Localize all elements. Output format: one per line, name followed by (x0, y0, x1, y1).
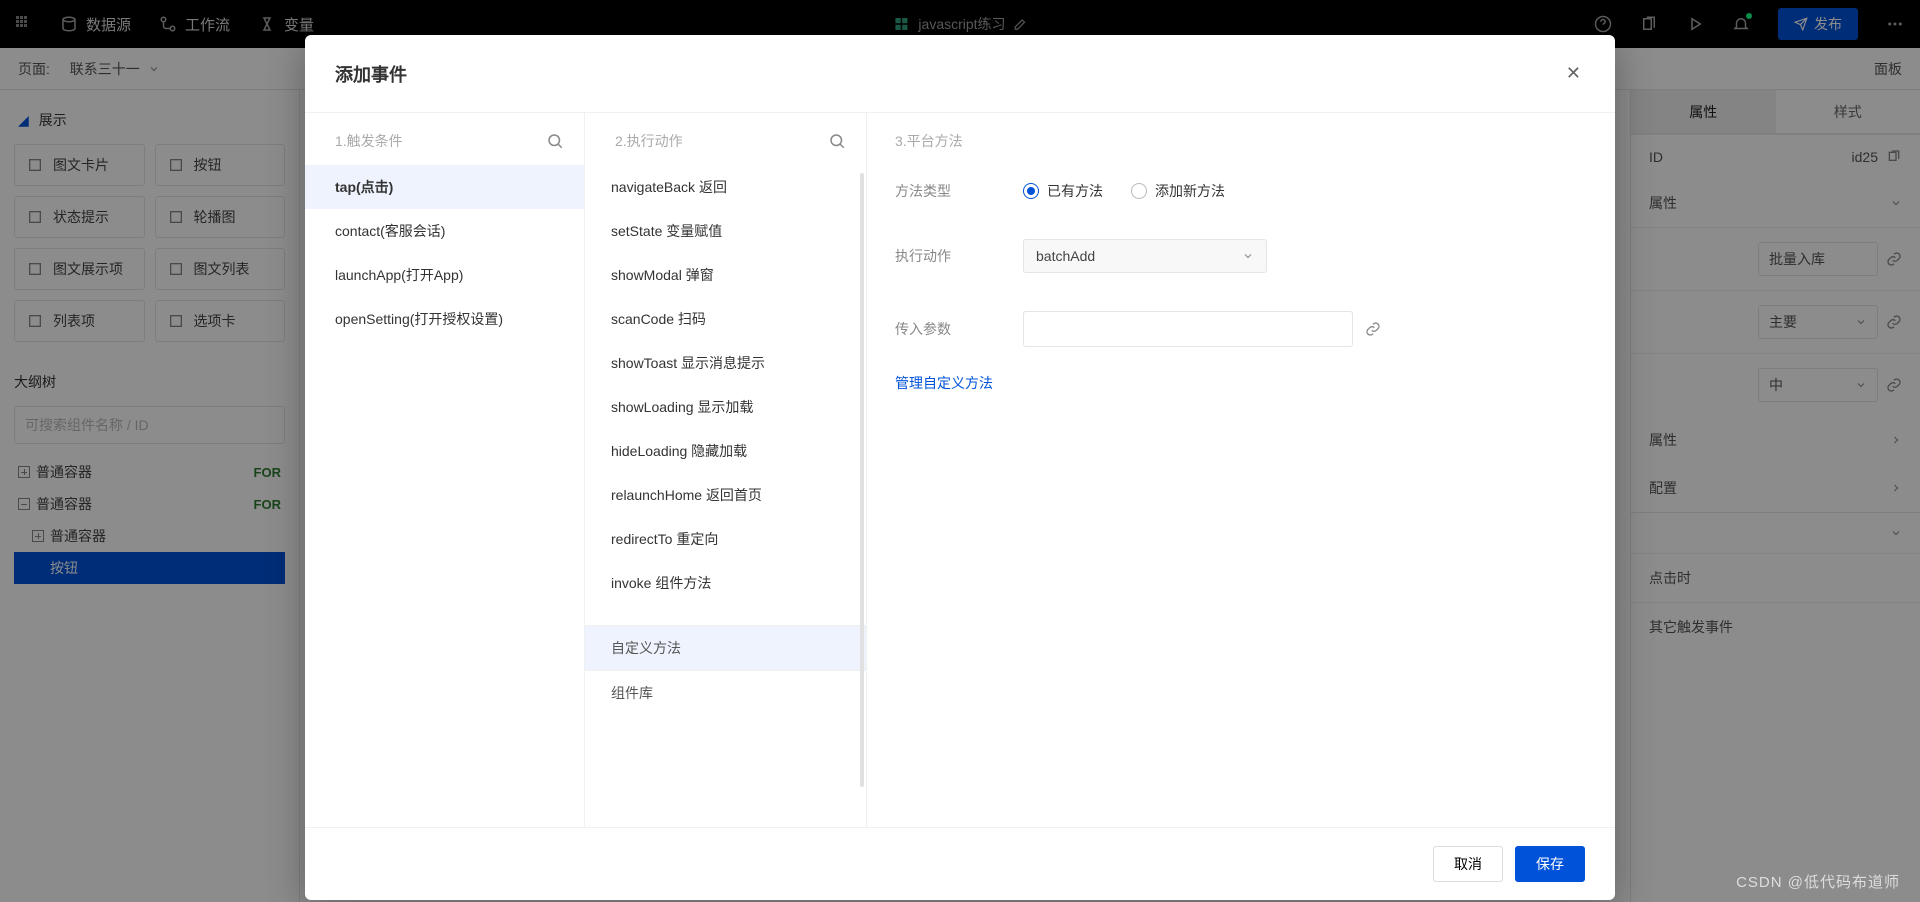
col2-title: 2.执行动作 (615, 131, 683, 151)
trigger-item[interactable]: contact(客服会话) (305, 209, 584, 253)
col3-title: 3.平台方法 (895, 131, 963, 151)
trigger-item[interactable]: openSetting(打开授权设置) (305, 297, 584, 341)
trigger-item[interactable]: launchApp(打开App) (305, 253, 584, 297)
col1-title: 1.触发条件 (335, 131, 403, 151)
close-button[interactable]: ✕ (1562, 59, 1585, 88)
column-action: 2.执行动作 navigateBack 返回setState 变量赋值showM… (585, 113, 867, 827)
action-item[interactable]: scanCode 扫码 (585, 297, 866, 341)
scrollbar[interactable] (860, 173, 864, 787)
save-button[interactable]: 保存 (1515, 846, 1585, 882)
manage-custom-link[interactable]: 管理自定义方法 (895, 369, 1587, 393)
link-icon[interactable] (1365, 321, 1381, 337)
exec-select[interactable]: batchAdd (1023, 239, 1267, 273)
modal-header: 添加事件 ✕ (305, 35, 1615, 112)
search-icon[interactable] (546, 132, 564, 150)
column-platform: 3.平台方法 方法类型 已有方法 添加新方法 执行动作 batchAdd 传入参… (867, 113, 1615, 827)
action-item[interactable]: redirectTo 重定向 (585, 517, 866, 561)
action-item[interactable]: showToast 显示消息提示 (585, 341, 866, 385)
row-param: 传入参数 (895, 295, 1587, 369)
label-exec: 执行动作 (895, 246, 1023, 266)
column-trigger: 1.触发条件 tap(点击)contact(客服会话)launchApp(打开A… (305, 113, 585, 827)
action-item[interactable]: showModal 弹窗 (585, 253, 866, 297)
search-icon[interactable] (828, 132, 846, 150)
label-method-type: 方法类型 (895, 181, 1023, 201)
label-param: 传入参数 (895, 319, 1023, 339)
action-item[interactable]: setState 变量赋值 (585, 209, 866, 253)
action-item[interactable]: hideLoading 隐藏加载 (585, 429, 866, 473)
action-group[interactable]: 组件库 (585, 670, 866, 715)
action-item[interactable]: navigateBack 返回 (585, 165, 866, 209)
trigger-item[interactable]: tap(点击) (305, 165, 584, 209)
action-group[interactable]: 自定义方法 (585, 625, 866, 670)
radio-existing[interactable]: 已有方法 (1023, 181, 1103, 201)
row-method-type: 方法类型 已有方法 添加新方法 (895, 165, 1587, 223)
action-item[interactable]: invoke 组件方法 (585, 561, 866, 605)
radio-dot-icon (1131, 183, 1147, 199)
watermark: CSDN @低代码布道师 (1736, 871, 1900, 892)
modal-footer: 取消 保存 (305, 827, 1615, 900)
param-input[interactable] (1023, 311, 1353, 347)
add-event-modal: 添加事件 ✕ 1.触发条件 tap(点击)contact(客服会话)launch… (305, 35, 1615, 900)
cancel-button[interactable]: 取消 (1433, 846, 1503, 882)
row-exec: 执行动作 batchAdd (895, 223, 1587, 295)
modal-title: 添加事件 (335, 61, 407, 87)
action-item[interactable]: showLoading 显示加载 (585, 385, 866, 429)
radio-dot-icon (1023, 183, 1039, 199)
chevron-down-icon (1242, 250, 1254, 262)
action-item[interactable]: relaunchHome 返回首页 (585, 473, 866, 517)
radio-new[interactable]: 添加新方法 (1131, 181, 1225, 201)
